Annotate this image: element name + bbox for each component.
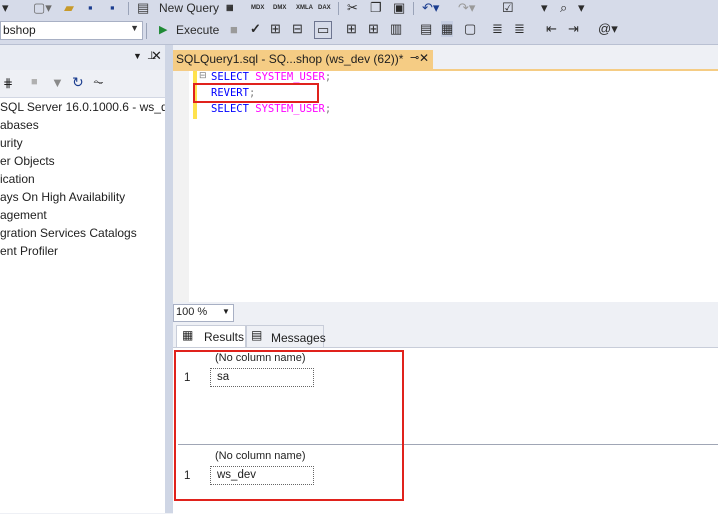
close-tab-icon[interactable]: ✕ xyxy=(419,51,429,65)
editor-gutter xyxy=(173,71,189,302)
client-statistics-icon[interactable]: ▥ xyxy=(390,21,402,37)
tab-messages-label: Messages xyxy=(271,331,326,345)
cut-icon[interactable]: ✂ xyxy=(347,0,358,16)
editor-status-strip xyxy=(173,302,718,322)
tab-results[interactable]: ▦ Results xyxy=(176,325,246,347)
new-project-icon[interactable]: ▢▾ xyxy=(33,0,52,16)
redo-icon[interactable]: ↷▾ xyxy=(458,0,475,16)
xmla-query-icon[interactable]: XMLA xyxy=(296,0,313,16)
available-databases-dropdown[interactable]: bshop ▼ xyxy=(0,21,143,40)
terminator: ; xyxy=(324,103,332,115)
tree-node-integration-services[interactable]: gration Services Catalogs xyxy=(0,226,137,240)
messages-icon: ▤ xyxy=(251,328,263,342)
increase-indent-icon[interactable]: ⇥ xyxy=(568,21,579,37)
tab-title: SQLQuery1.sql - SQ...shop (ws_dev (62))* xyxy=(176,52,404,66)
toolbar-separator xyxy=(128,2,129,15)
toolbar-separator xyxy=(413,2,414,15)
include-actual-plan-icon[interactable]: ⊞ xyxy=(346,21,357,37)
dropdown-arrow-icon[interactable]: ▾ xyxy=(541,0,548,16)
tree-node-always-on[interactable]: ays On High Availability xyxy=(0,190,125,204)
keyword: SELECT xyxy=(211,103,249,115)
results-to-file-icon[interactable]: ▭ xyxy=(314,21,333,39)
tree-node-server[interactable]: SQL Server 16.0.1000.6 - ws_dev xyxy=(0,100,180,114)
new-query-button[interactable]: New Query xyxy=(159,0,219,16)
new-query-icon[interactable]: ▤ xyxy=(137,0,149,16)
decrease-indent-icon[interactable]: ⇤ xyxy=(546,21,557,37)
chevron-down-icon: ▼ xyxy=(222,307,230,316)
tab-sqlquery1[interactable]: SQLQuery1.sql - SQ...shop (ws_dev (62))*… xyxy=(173,50,433,69)
dropdown-arrow-icon[interactable]: ▾ xyxy=(578,0,585,16)
highlight-box-revert xyxy=(193,83,319,103)
zoom-value: 100 % xyxy=(176,306,208,318)
comment-icon[interactable]: ≣ xyxy=(492,21,503,37)
database-engine-query-icon[interactable]: ▦ xyxy=(226,0,234,16)
specify-values-icon[interactable]: @▾ xyxy=(598,21,618,37)
object-explorer-toolbar: ⋕ ■ ▼ ↻ ⏦ xyxy=(0,70,165,98)
stop-icon[interactable]: ■ xyxy=(31,76,38,88)
dmx-query-icon[interactable]: DMX xyxy=(273,0,286,16)
tree-node-management[interactable]: agement xyxy=(0,208,47,222)
paste-icon[interactable]: ▣ xyxy=(393,0,405,16)
dropdown-arrow-icon[interactable]: ▾ xyxy=(2,0,9,16)
toolbar-separator xyxy=(338,2,339,15)
results-to-file-icon[interactable]: ▢ xyxy=(464,21,476,37)
dax-query-icon[interactable]: DAX xyxy=(318,0,331,16)
mdx-query-icon[interactable]: MDX xyxy=(251,0,264,16)
function: SYSTEM_USER xyxy=(255,103,325,115)
tree-node-profiler[interactable]: ent Profiler xyxy=(0,244,58,258)
refresh-icon[interactable]: ↻ xyxy=(72,74,84,91)
search-icon[interactable]: ⌕ xyxy=(560,0,567,16)
object-explorer-panel xyxy=(0,45,165,513)
undo-icon[interactable]: ↶▾ xyxy=(422,0,439,16)
code-line-3[interactable]: SELECT SYSTEM_USER; xyxy=(211,102,331,117)
save-icon[interactable]: ▪ xyxy=(88,0,93,16)
chevron-down-icon: ▼ xyxy=(130,23,139,33)
tab-results-label: Results xyxy=(204,330,245,344)
grid-icon: ▦ xyxy=(182,328,194,342)
function: SYSTEM_USER xyxy=(255,71,325,83)
activity-monitor-icon[interactable]: ⏦ xyxy=(93,74,104,90)
open-file-icon[interactable]: ▰ xyxy=(64,0,74,16)
cancel-query-icon[interactable]: ■ xyxy=(230,22,238,38)
selected-database: bshop xyxy=(3,23,36,37)
zoom-dropdown[interactable]: 100 % ▼ xyxy=(173,304,234,322)
execute-icon[interactable]: ▶ xyxy=(159,22,167,38)
activity-monitor-icon[interactable]: ☑ xyxy=(502,0,514,16)
toolbar-separator xyxy=(146,23,147,39)
results-to-text-icon[interactable]: ▤ xyxy=(420,21,432,37)
highlight-box-results xyxy=(174,350,404,501)
keyword: SELECT xyxy=(211,71,249,83)
filter-icon[interactable]: ▼ xyxy=(51,75,64,90)
collapse-icon[interactable]: ⊟ xyxy=(199,70,207,81)
save-all-icon[interactable]: ▪ xyxy=(110,0,115,16)
panel-splitter[interactable] xyxy=(165,45,173,513)
query-designer-icon[interactable]: ⊟ xyxy=(292,21,303,37)
parse-icon[interactable]: ✓ xyxy=(250,21,261,37)
copy-icon[interactable]: ❐ xyxy=(370,0,382,16)
object-explorer-header: ▼ ⊥ ✕ xyxy=(0,45,165,70)
connect-icon[interactable]: ⋕ xyxy=(3,76,13,90)
terminator: ; xyxy=(324,71,332,83)
live-statistics-icon[interactable]: ⊞ xyxy=(368,21,379,37)
results-to-grid-icon[interactable]: ▦ xyxy=(441,21,454,37)
standard-toolbar: ▾ ▢▾ ▰ ▪ ▪ ▤ New Query ▦ MDX DMX XMLA DA… xyxy=(0,0,718,17)
pin-icon[interactable]: ⊸ xyxy=(410,51,419,64)
tree-node-databases[interactable]: abases xyxy=(0,118,39,132)
execute-button[interactable]: Execute xyxy=(176,22,219,38)
tree-node-security[interactable]: urity xyxy=(0,136,23,150)
dropdown-arrow-icon[interactable]: ▼ xyxy=(133,51,142,61)
tree-node-replication[interactable]: ication xyxy=(0,172,35,186)
display-estimated-plan-icon[interactable]: ⊞ xyxy=(270,21,281,37)
close-icon[interactable]: ✕ xyxy=(151,48,162,64)
tree-node-server-objects[interactable]: er Objects xyxy=(0,154,55,168)
tab-messages[interactable]: ▤ Messages xyxy=(246,325,326,347)
uncomment-icon[interactable]: ≣ xyxy=(514,21,525,37)
